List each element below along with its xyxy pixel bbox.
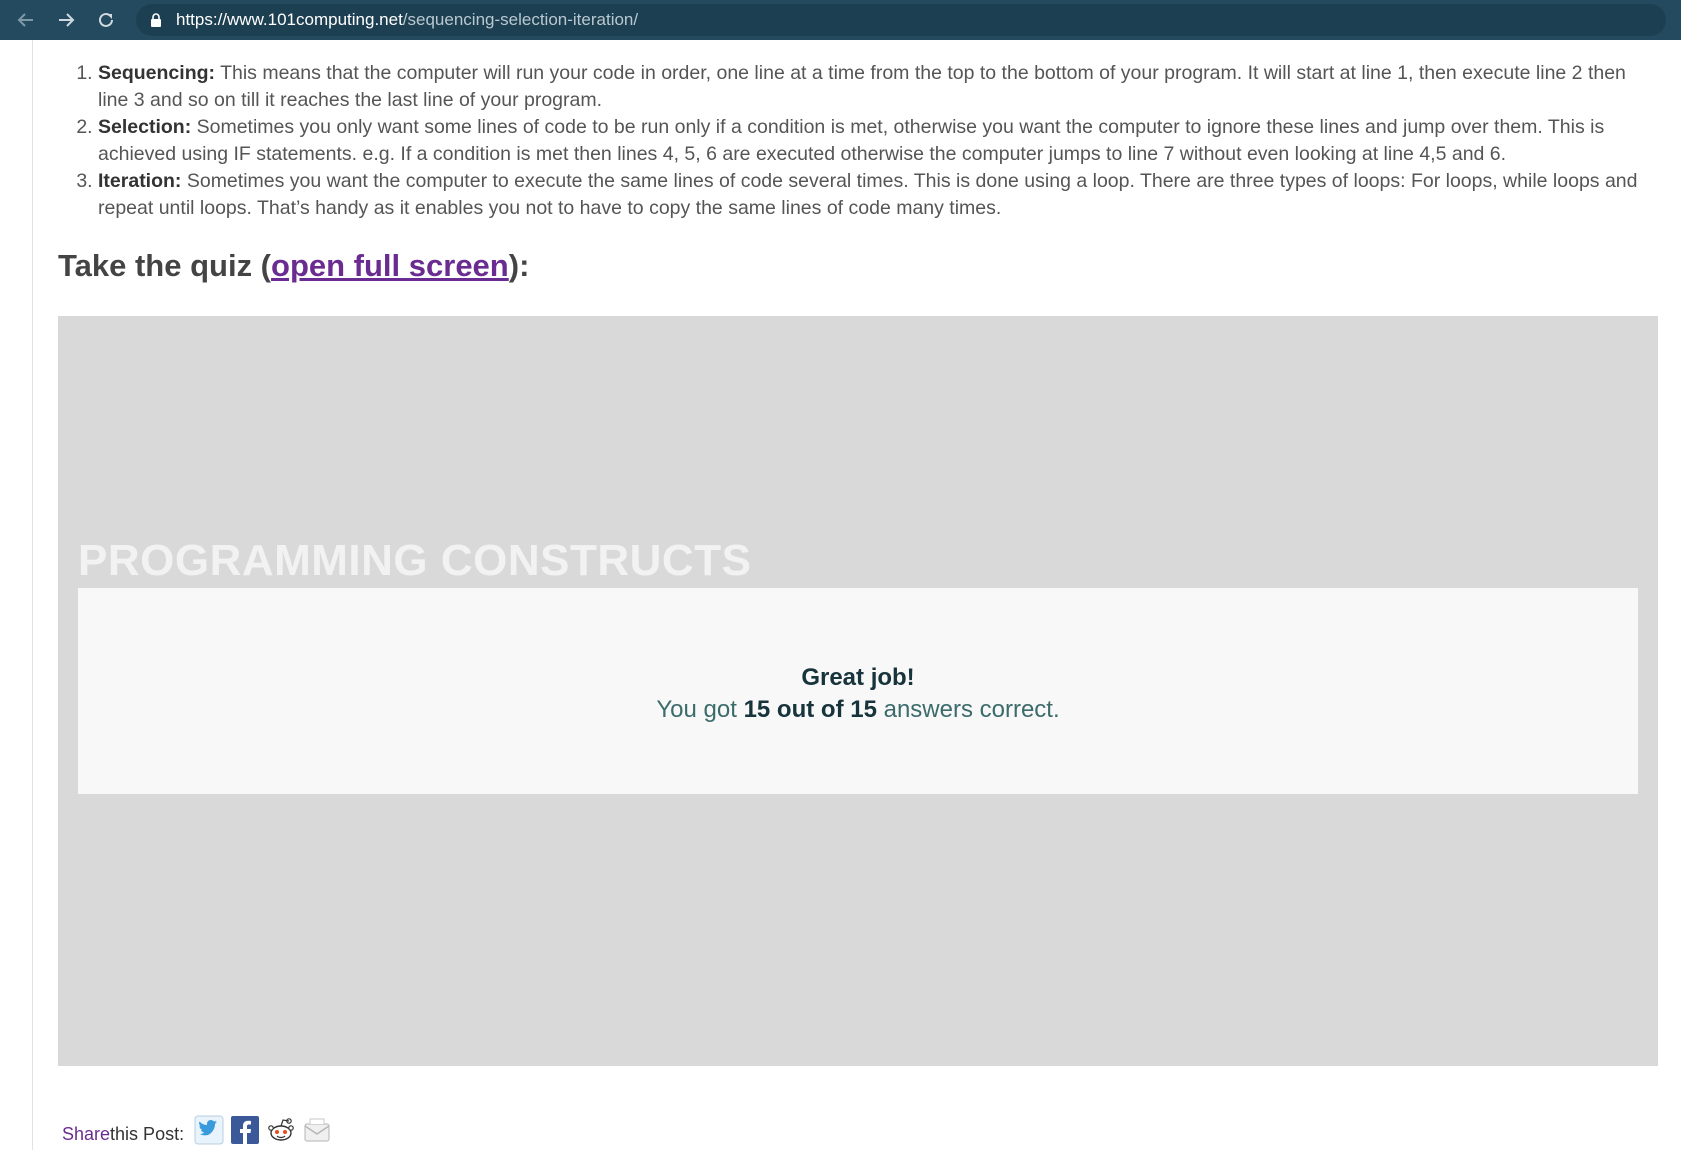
share-label-rest: this Post: [110, 1124, 185, 1144]
result-prefix: You got [656, 696, 744, 723]
facebook-icon[interactable] [230, 1115, 260, 1145]
left-divider [32, 40, 33, 1150]
result-headline: Great job! [801, 664, 915, 691]
result-suffix: answers correct. [876, 696, 1060, 723]
quiz-heading: Take the quiz (open full screen): [58, 248, 1658, 284]
constructs-list: Sequencing: This means that the computer… [58, 60, 1638, 222]
reload-icon [99, 12, 113, 27]
url-path: /sequencing-selection-iteration/ [402, 10, 639, 29]
page: Sequencing: This means that the computer… [0, 40, 1681, 1150]
open-full-screen-link[interactable]: open full screen [271, 248, 509, 283]
share-bar: Sharethis Post: [62, 1115, 332, 1145]
url-host: https://www.101computing.net [176, 10, 403, 29]
construct-term: Selection: [98, 116, 192, 138]
reddit-icon[interactable] [266, 1115, 296, 1145]
construct-text: This means that the computer will run yo… [98, 62, 1626, 111]
browser-toolbar: https://www.101computing.net/sequencing-… [0, 0, 1681, 40]
twitter-icon[interactable] [194, 1115, 224, 1145]
list-item: Iteration: Sometimes you want the comput… [98, 168, 1638, 222]
result-score: 15 out of 15 [743, 696, 877, 723]
lock-icon [150, 13, 164, 27]
list-item: Sequencing: This means that the computer… [98, 60, 1638, 114]
construct-term: Sequencing: [98, 62, 216, 84]
quiz-heading-prefix: Take the quiz ( [58, 248, 272, 283]
construct-text: Sometimes you want the computer to execu… [98, 170, 1638, 219]
result-line: You got 15 out of 15 answers correct. [78, 696, 1638, 724]
quiz-frame: PROGRAMMING CONSTRUCTS Great job! You go… [58, 316, 1658, 1066]
arrow-right-icon [59, 13, 75, 27]
result-box: Great job! You got 15 out of 15 answers … [78, 588, 1638, 794]
article-content: Sequencing: This means that the computer… [58, 40, 1658, 1145]
share-label-accent: Share [62, 1124, 111, 1144]
back-button[interactable] [6, 2, 46, 38]
email-icon[interactable] [302, 1115, 332, 1145]
arrow-left-icon [17, 13, 33, 27]
address-bar[interactable]: https://www.101computing.net/sequencing-… [136, 4, 1666, 36]
url-text: https://www.101computing.net/sequencing-… [176, 10, 638, 30]
construct-term: Iteration: [98, 170, 182, 192]
reload-button[interactable] [86, 2, 126, 38]
share-icons [194, 1115, 332, 1145]
quiz-title: PROGRAMMING CONSTRUCTS [78, 536, 752, 585]
list-item: Selection: Sometimes you only want some … [98, 114, 1638, 168]
share-label: Sharethis Post: [62, 1124, 184, 1145]
forward-button[interactable] [46, 2, 86, 38]
construct-text: Sometimes you only want some lines of co… [98, 116, 1605, 165]
quiz-heading-suffix: ): [508, 248, 530, 283]
